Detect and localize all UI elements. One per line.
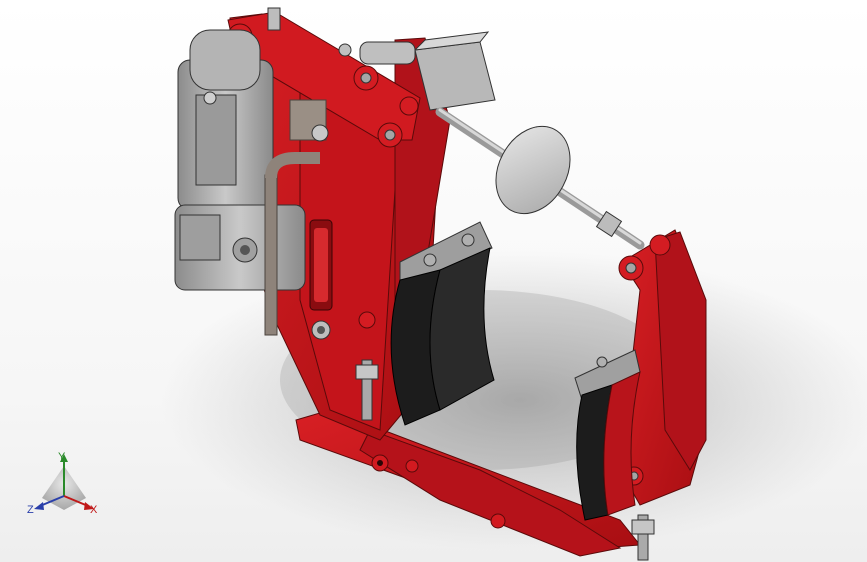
release-shaft[interactable] bbox=[435, 107, 645, 250]
z-axis-arrow bbox=[34, 502, 44, 510]
adjusting-disc[interactable] bbox=[481, 113, 584, 226]
x-axis-label: X bbox=[90, 504, 98, 516]
brake-assembly-model[interactable] bbox=[0, 0, 867, 562]
right-brake-shoe[interactable] bbox=[574, 349, 641, 521]
y-axis-label: Y bbox=[58, 451, 66, 463]
z-axis-label: Z bbox=[27, 504, 34, 516]
cad-graphics-viewport[interactable]: Y Z X bbox=[0, 0, 867, 562]
